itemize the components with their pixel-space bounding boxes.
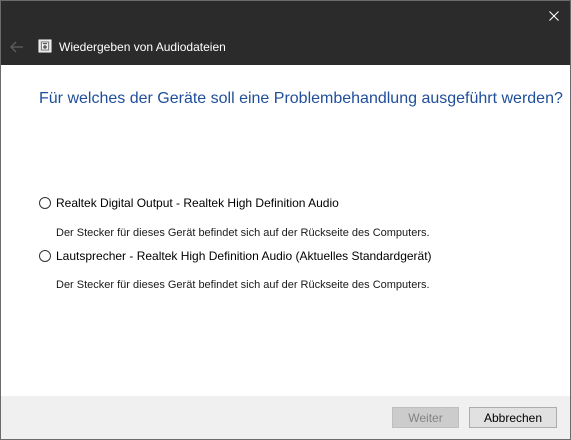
radio-button[interactable] xyxy=(39,250,51,262)
close-button[interactable] xyxy=(538,1,570,31)
option-description: Der Stecker für dieses Gerät befindet si… xyxy=(56,227,430,239)
troubleshooter-window: Wiedergeben von Audiodateien Für welches… xyxy=(0,0,571,440)
option-description: Der Stecker für dieses Gerät befindet si… xyxy=(56,279,430,291)
option-label: Lautsprecher - Realtek High Definition A… xyxy=(56,249,432,263)
back-button[interactable] xyxy=(7,37,27,57)
title-bar: Wiedergeben von Audiodateien xyxy=(1,1,570,65)
close-icon xyxy=(549,11,559,21)
button-bar: Weiter Abbrechen xyxy=(1,396,570,439)
page-heading: Für welches der Geräte soll eine Problem… xyxy=(39,90,563,107)
back-arrow-icon xyxy=(10,41,23,53)
device-option-realtek-digital-output[interactable]: Realtek Digital Output - Realtek High De… xyxy=(39,195,339,211)
option-label: Realtek Digital Output - Realtek High De… xyxy=(56,196,339,210)
next-button[interactable]: Weiter xyxy=(392,407,459,428)
window-title: Wiedergeben von Audiodateien xyxy=(59,40,226,54)
radio-button[interactable] xyxy=(39,197,51,209)
cancel-button[interactable]: Abbrechen xyxy=(469,407,557,428)
device-option-lautsprecher[interactable]: Lautsprecher - Realtek High Definition A… xyxy=(39,248,432,264)
troubleshooter-app-icon xyxy=(38,39,52,53)
